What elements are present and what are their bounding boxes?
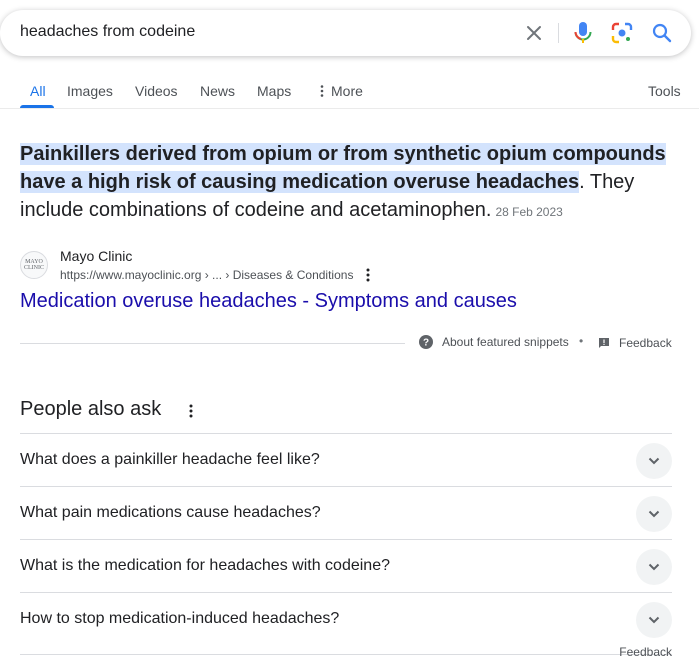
chevron-down-icon[interactable] [636,496,672,532]
more-vert-icon [320,85,324,97]
tab-more-label: More [331,83,363,99]
svg-text:?: ? [423,338,429,349]
clear-icon[interactable] [522,21,546,45]
search-divider [558,23,559,43]
paa-question[interactable]: What is the medication for headaches wit… [20,539,672,593]
paa-question[interactable]: How to stop medication-induced headaches… [20,592,672,646]
paa-divider [20,654,672,655]
feedback-icon [599,338,609,348]
paa-question-text: What does a painkiller headache feel lik… [20,451,320,468]
tab-images[interactable]: Images [67,83,113,99]
tabs-divider [0,108,699,109]
snippet-feedback[interactable]: Feedback [598,336,672,350]
search-input[interactable]: headaches from codeine [20,23,195,41]
separator-dot: • [579,334,584,348]
result-title-link[interactable]: Medication overuse headaches - Symptoms … [20,290,517,313]
search-icon[interactable] [650,21,674,45]
result-menu-icon[interactable] [362,266,374,284]
mayo-clinic-favicon[interactable]: MAYO CLINIC [20,251,48,279]
paa-question-text: How to stop medication-induced headaches… [20,610,340,627]
paa-menu-icon[interactable] [185,402,197,420]
tab-news[interactable]: News [200,83,235,99]
snippet-date: 28 Feb 2023 [495,205,563,219]
featured-snippet-text: Painkillers derived from opium or from s… [20,140,685,226]
source-url[interactable]: https://www.mayoclinic.org › ... › Disea… [60,268,353,282]
help-icon: ? [419,335,433,349]
tab-all[interactable]: All [30,83,46,99]
about-label: About featured snippets [442,335,569,349]
chevron-down-icon[interactable] [636,549,672,585]
snippet-divider [20,343,405,344]
paa-feedback[interactable]: Feedback [619,645,672,659]
tab-maps[interactable]: Maps [257,83,291,99]
lens-icon[interactable] [610,21,634,45]
favicon-text: MAYO CLINIC [24,259,44,271]
snippet-highlight: Painkillers derived from opium or from s… [20,143,666,193]
paa-question[interactable]: What pain medications cause headaches? [20,486,672,540]
search-bar: headaches from codeine [0,10,691,56]
about-featured-snippets[interactable]: ? About featured snippets [419,335,569,349]
chevron-down-icon[interactable] [636,602,672,638]
tab-videos[interactable]: Videos [135,83,178,99]
microphone-icon[interactable] [571,21,595,45]
chevron-down-icon[interactable] [636,443,672,479]
paa-heading: People also ask [20,398,162,420]
paa-question-text: What is the medication for headaches wit… [20,557,390,574]
tools-button[interactable]: Tools [648,83,681,99]
tab-more[interactable]: More [318,83,363,99]
source-name[interactable]: Mayo Clinic [60,248,132,264]
snippet-feedback-label: Feedback [619,336,672,350]
paa-question-text: What pain medications cause headaches? [20,504,321,521]
paa-question[interactable]: What does a painkiller headache feel lik… [20,433,672,487]
